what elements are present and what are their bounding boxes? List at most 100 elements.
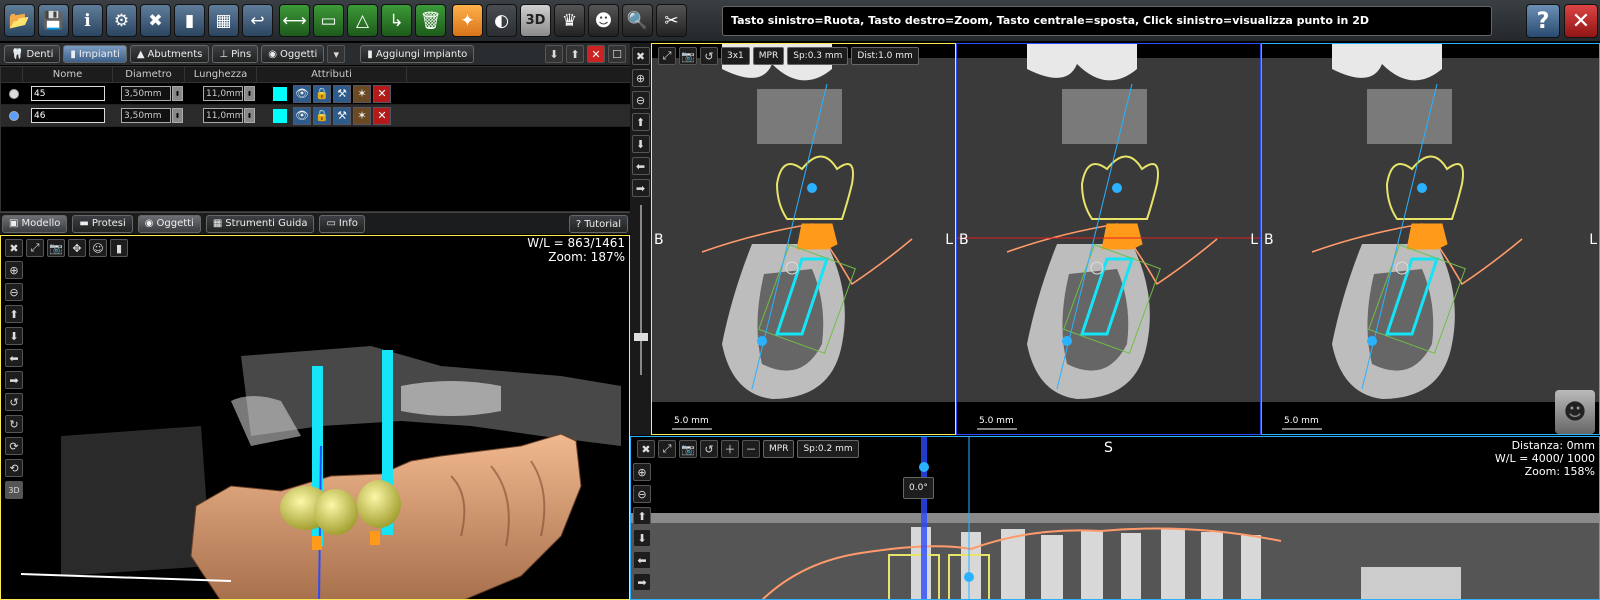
diameter-field[interactable]: 3,50mm bbox=[121, 86, 171, 101]
skull-orientation-icon[interactable]: ☻ bbox=[1555, 390, 1595, 434]
toolbar-button[interactable]: ↩ bbox=[242, 4, 273, 37]
zoom-in-icon[interactable]: ⊕ bbox=[631, 69, 650, 87]
tutorial-button[interactable]: ? Tutorial bbox=[568, 215, 628, 233]
length-stepper[interactable]: ⬍ bbox=[244, 108, 255, 123]
panoramic-view[interactable]: ✖ ⤢ 📷 ↺ ＋ － MPR Sp:0.2 mm S 0.0° Distanz… bbox=[630, 436, 1600, 600]
fullscreen-icon[interactable]: ⤢ bbox=[26, 239, 44, 257]
maximize-button[interactable]: ☐ bbox=[608, 45, 626, 63]
header-diametro[interactable]: Diametro bbox=[113, 67, 185, 82]
toolbar-button[interactable]: 🔍 bbox=[622, 4, 653, 37]
marker-dot[interactable] bbox=[919, 462, 929, 472]
toolbar-button[interactable]: ☻ bbox=[588, 4, 619, 37]
toolbar-button[interactable]: ✖ bbox=[140, 4, 171, 37]
toolbar-button[interactable]: 🗑 bbox=[415, 4, 446, 37]
toolbar-button[interactable]: 💾 bbox=[38, 4, 69, 37]
diameter-stepper[interactable]: ⬍ bbox=[172, 86, 183, 101]
move-up-button[interactable]: ⬆ bbox=[566, 45, 584, 63]
arrow-right-icon[interactable]: ➡ bbox=[5, 371, 23, 389]
tools-icon[interactable]: ✖ bbox=[637, 440, 655, 458]
toolbar-button[interactable]: ▮ bbox=[174, 4, 205, 37]
move-down-button[interactable]: ⬇ bbox=[545, 45, 563, 63]
view-3d[interactable]: ✖ ⤢ 📷 ✥ ☺ ▮ ⊕ ⊖ ⬆ ⬇ ⬅ ➡ ↺ ↻ ⟳ ⟲ 3D W/L =… bbox=[0, 235, 630, 600]
pin-icon[interactable]: ✥ bbox=[68, 239, 86, 257]
pano-spacing-chip[interactable]: Sp:0.2 mm bbox=[797, 440, 859, 458]
tab-denti[interactable]: 🦷 Denti bbox=[4, 45, 61, 63]
toolbar-button[interactable]: ♛ bbox=[554, 4, 585, 37]
tab-abutments[interactable]: ▲ Abutments bbox=[129, 45, 210, 63]
toolbar-button[interactable]: ℹ bbox=[72, 4, 103, 37]
tab-info[interactable]: ▭ Info bbox=[319, 214, 365, 233]
tab-strumenti-guida[interactable]: ▦ Strumenti Guida bbox=[205, 214, 315, 233]
tab-modello[interactable]: ▣ Modello bbox=[2, 214, 68, 233]
table-row[interactable]: 45 3,50mm ⬍ 11,0mm ⬍ 👁 🔒 ⚒ ✶ ✕ bbox=[1, 83, 639, 105]
color-swatch[interactable] bbox=[273, 86, 287, 101]
toolbar-button[interactable]: ✂ bbox=[656, 4, 687, 37]
tab-protesi[interactable]: ▬ Protesi bbox=[72, 214, 133, 233]
table-row[interactable]: 46 3,50mm ⬍ 11,0mm ⬍ 👁 🔒 ⚒ ✶ ✕ bbox=[1, 105, 639, 127]
implant-icon[interactable]: ▮ bbox=[110, 239, 128, 257]
plus-icon[interactable]: ＋ bbox=[721, 440, 739, 458]
rotate-cw-icon[interactable]: ⟳ bbox=[5, 437, 23, 455]
tool-icon[interactable]: ⚒ bbox=[333, 84, 351, 103]
nerve-icon[interactable]: ✶ bbox=[353, 84, 371, 103]
fullscreen-icon[interactable]: ⤢ bbox=[658, 440, 676, 458]
visibility-icon[interactable]: 👁 bbox=[293, 106, 311, 125]
tab-pins[interactable]: ⊥ Pins bbox=[212, 45, 259, 63]
arrow-down-icon[interactable]: ⬇ bbox=[5, 327, 23, 345]
row-radio[interactable] bbox=[9, 88, 19, 99]
rotate-left-icon[interactable]: ↺ bbox=[5, 393, 23, 411]
implant-name-field[interactable]: 45 bbox=[31, 86, 105, 101]
ct-chip[interactable]: Dist:1.0 mm bbox=[851, 47, 919, 65]
toolbar-button[interactable]: ▭ bbox=[313, 4, 344, 37]
add-implant-button[interactable]: ▮ Aggiungi impianto bbox=[360, 45, 475, 63]
remove-implant-icon[interactable]: ✕ bbox=[373, 106, 391, 125]
arrow-left-icon[interactable]: ⬅ bbox=[5, 349, 23, 367]
diameter-field[interactable]: 3,50mm bbox=[121, 108, 171, 123]
implant-name-field[interactable]: 46 bbox=[31, 108, 105, 123]
color-swatch[interactable] bbox=[273, 108, 287, 123]
arrow-up-icon[interactable]: ⬆ bbox=[633, 507, 651, 525]
arrow-left-icon[interactable]: ⬅ bbox=[633, 551, 651, 569]
zoom-out-icon[interactable]: ⊖ bbox=[5, 283, 23, 301]
toolbar-button[interactable]: ↳ bbox=[381, 4, 412, 37]
toolbar-button[interactable]: ▦ bbox=[208, 4, 239, 37]
minus-icon[interactable]: － bbox=[742, 440, 760, 458]
toolbar-button[interactable]: ✦ bbox=[452, 4, 483, 37]
toolbar-button[interactable]: ⟷ bbox=[279, 4, 310, 37]
reset-icon[interactable]: ↺ bbox=[700, 440, 718, 458]
zoom-out-icon[interactable]: ⊖ bbox=[631, 91, 650, 109]
arrow-up-icon[interactable]: ⬆ bbox=[5, 305, 23, 323]
rotate-right-icon[interactable]: ↻ bbox=[5, 415, 23, 433]
fullscreen-icon[interactable]: ⤢ bbox=[658, 47, 676, 65]
pano-mpr-chip[interactable]: MPR bbox=[763, 440, 795, 458]
visibility-icon[interactable]: 👁 bbox=[293, 84, 311, 103]
toolbar-button[interactable]: 3D bbox=[520, 4, 551, 37]
ct-view-2[interactable]: B L 5.0 mm bbox=[956, 43, 1261, 435]
lock-icon[interactable]: 🔒 bbox=[313, 106, 331, 125]
zoom-in-icon[interactable]: ⊕ bbox=[633, 463, 651, 481]
zoom-out-icon[interactable]: ⊖ bbox=[633, 485, 651, 503]
angle-chip[interactable]: 0.0° bbox=[903, 477, 934, 499]
marker-dot[interactable] bbox=[964, 572, 974, 582]
slice-slider[interactable] bbox=[633, 205, 648, 375]
remove-implant-icon[interactable]: ✕ bbox=[373, 84, 391, 103]
arrow-right-icon[interactable]: ➡ bbox=[633, 573, 651, 591]
ct-view-3[interactable]: B L 5.0 mm ☻ bbox=[1261, 43, 1600, 435]
rotate-ccw-icon[interactable]: ⟲ bbox=[5, 459, 23, 477]
zoom-in-icon[interactable]: ⊕ bbox=[5, 261, 23, 279]
arrow-right-icon[interactable]: ➡ bbox=[631, 179, 650, 197]
toolbar-button[interactable]: ◐ bbox=[486, 4, 517, 37]
ct-view-1[interactable]: B L 5.0 mm ⤢ 📷 ↺ 3x1 MPR Sp:0.3 mm Dist:1.0 mm bbox=[651, 43, 956, 435]
view-3d-button[interactable]: 3D bbox=[5, 481, 23, 499]
camera-icon[interactable]: 📷 bbox=[679, 440, 697, 458]
toolbar-button[interactable]: ⚙ bbox=[106, 4, 137, 37]
dropdown-button[interactable]: ▾ bbox=[327, 45, 346, 63]
length-field[interactable]: 11,0mm bbox=[203, 108, 244, 123]
diameter-stepper[interactable]: ⬍ bbox=[172, 108, 183, 123]
ct-chip[interactable]: MPR bbox=[752, 47, 785, 65]
header-lunghezza[interactable]: Lunghezza bbox=[185, 67, 257, 82]
camera-icon[interactable]: 📷 bbox=[47, 239, 65, 257]
tab-oggetti[interactable]: ◉ Oggetti bbox=[261, 45, 325, 63]
toolbar-button[interactable]: 📂 bbox=[4, 4, 35, 37]
arrow-down-icon[interactable]: ⬇ bbox=[631, 135, 650, 153]
